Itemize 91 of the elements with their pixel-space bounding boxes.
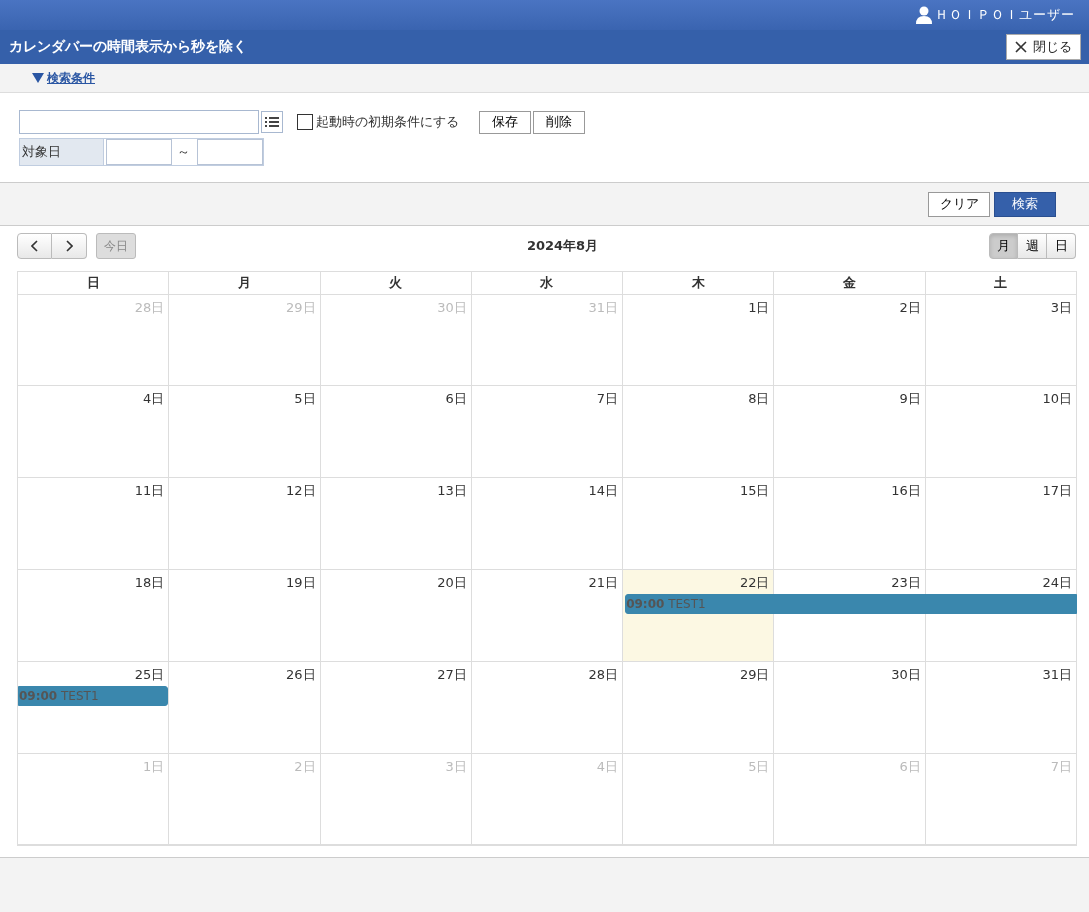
day-number: 20日	[437, 575, 467, 590]
day-cell[interactable]: 29日	[623, 662, 775, 686]
day-number: 6日	[445, 391, 467, 406]
day-number: 6日	[899, 759, 921, 774]
weekday-header: 水	[471, 272, 624, 294]
day-number: 26日	[286, 667, 316, 682]
view-tab[interactable]: 週	[1018, 233, 1047, 259]
day-number: 30日	[437, 300, 467, 315]
range-separator: ～	[175, 143, 191, 161]
day-number: 8日	[748, 391, 770, 406]
day-number: 16日	[891, 483, 921, 498]
day-cell[interactable]: 4日	[18, 386, 170, 410]
day-number: 15日	[739, 483, 770, 498]
day-cell[interactable]: 6日	[320, 386, 472, 410]
day-number: 18日	[134, 575, 165, 590]
day-number: 14日	[588, 483, 619, 498]
weekday-header: 木	[623, 272, 775, 294]
day-cell[interactable]: 17日	[925, 478, 1077, 502]
day-number: 5日	[748, 759, 770, 774]
day-number: 24日	[1042, 575, 1072, 590]
weekday-header: 金	[774, 272, 926, 294]
today-cell[interactable]: 22日	[623, 570, 775, 594]
weekday-header: 火	[320, 272, 472, 294]
day-number: 23日	[891, 575, 921, 590]
day-number: 2日	[294, 759, 316, 774]
view-tab[interactable]: 月	[989, 233, 1018, 259]
day-number: 1日	[143, 759, 165, 774]
day-number: 13日	[437, 483, 467, 498]
day-cell[interactable]: 28日	[471, 662, 624, 686]
page-title: カレンダバーの時間表示から秒を除く	[9, 38, 247, 56]
day-cell[interactable]: 18日	[18, 570, 170, 594]
day-number: 28日	[588, 667, 619, 682]
day-number: 31日	[588, 300, 619, 315]
day-cell[interactable]: 26日	[169, 662, 321, 686]
user-name: ＨＯＩＰＯＩユーザー	[935, 6, 1075, 24]
day-number: 21日	[588, 575, 619, 590]
save-button[interactable]: 保存	[479, 110, 531, 134]
day-number: 3日	[1050, 300, 1072, 315]
view-tab[interactable]: 日	[1047, 233, 1076, 259]
checkbox-label: 起動時の初期条件にする	[316, 113, 459, 131]
day-cell[interactable]: 10日	[925, 386, 1077, 410]
day-cell[interactable]: 2日	[774, 295, 926, 319]
day-cell[interactable]: 20日	[320, 570, 472, 594]
day-number: 4日	[596, 759, 619, 774]
day-number: 29日	[739, 667, 770, 682]
weekday-header: 月	[169, 272, 321, 294]
day-cell[interactable]: 7日	[471, 386, 624, 410]
day-cell[interactable]: 30日	[774, 662, 926, 686]
day-cell[interactable]: 27日	[320, 662, 472, 686]
day-cell[interactable]: 13日	[320, 478, 472, 502]
day-cell[interactable]: 14日	[471, 478, 624, 502]
day-cell[interactable]: 1日	[623, 295, 775, 319]
day-number: 12日	[286, 483, 316, 498]
day-number: 7日	[596, 391, 619, 406]
day-number: 3日	[445, 759, 467, 774]
search-conditions-toggle[interactable]: 検索条件	[32, 69, 95, 87]
day-number: 30日	[891, 667, 921, 682]
day-cell[interactable]: 3日	[925, 295, 1077, 319]
day-number: 4日	[143, 391, 165, 406]
day-cell[interactable]: 12日	[169, 478, 321, 502]
day-number: 1日	[748, 300, 770, 315]
day-number: 29日	[286, 300, 316, 315]
day-number: 10日	[1042, 391, 1072, 406]
delete-button[interactable]: 削除	[533, 110, 585, 134]
day-number: 9日	[899, 391, 921, 406]
day-cell[interactable]: 15日	[623, 478, 775, 502]
day-number: 19日	[286, 575, 316, 590]
weekday-header: 日	[18, 272, 170, 294]
search-button[interactable]: 検索	[994, 191, 1056, 217]
date-label: 対象日	[20, 139, 104, 165]
day-number: 5日	[294, 391, 316, 406]
day-number: 27日	[437, 667, 467, 682]
day-number: 17日	[1042, 483, 1072, 498]
day-number: 7日	[1050, 759, 1072, 774]
day-cell[interactable]: 19日	[169, 570, 321, 594]
day-cell[interactable]: 11日	[18, 478, 170, 502]
day-number: 2日	[899, 300, 921, 315]
clear-button[interactable]: クリア	[928, 191, 990, 217]
day-number: 28日	[134, 300, 165, 315]
weekday-header: 土	[925, 272, 1077, 294]
close-button[interactable]: 閉じる	[1006, 34, 1081, 60]
day-cell[interactable]: 9日	[774, 386, 926, 410]
day-cell[interactable]: 8日	[623, 386, 775, 410]
day-cell[interactable]: 5日	[169, 386, 321, 410]
day-cell[interactable]: 16日	[774, 478, 926, 502]
day-number: 25日	[134, 667, 165, 682]
day-number: 31日	[1042, 667, 1072, 682]
day-number: 22日	[739, 575, 770, 590]
calendar-title: 2024年8月	[525, 237, 600, 255]
day-number: 11日	[134, 483, 165, 498]
day-cell[interactable]: 31日	[925, 662, 1077, 686]
